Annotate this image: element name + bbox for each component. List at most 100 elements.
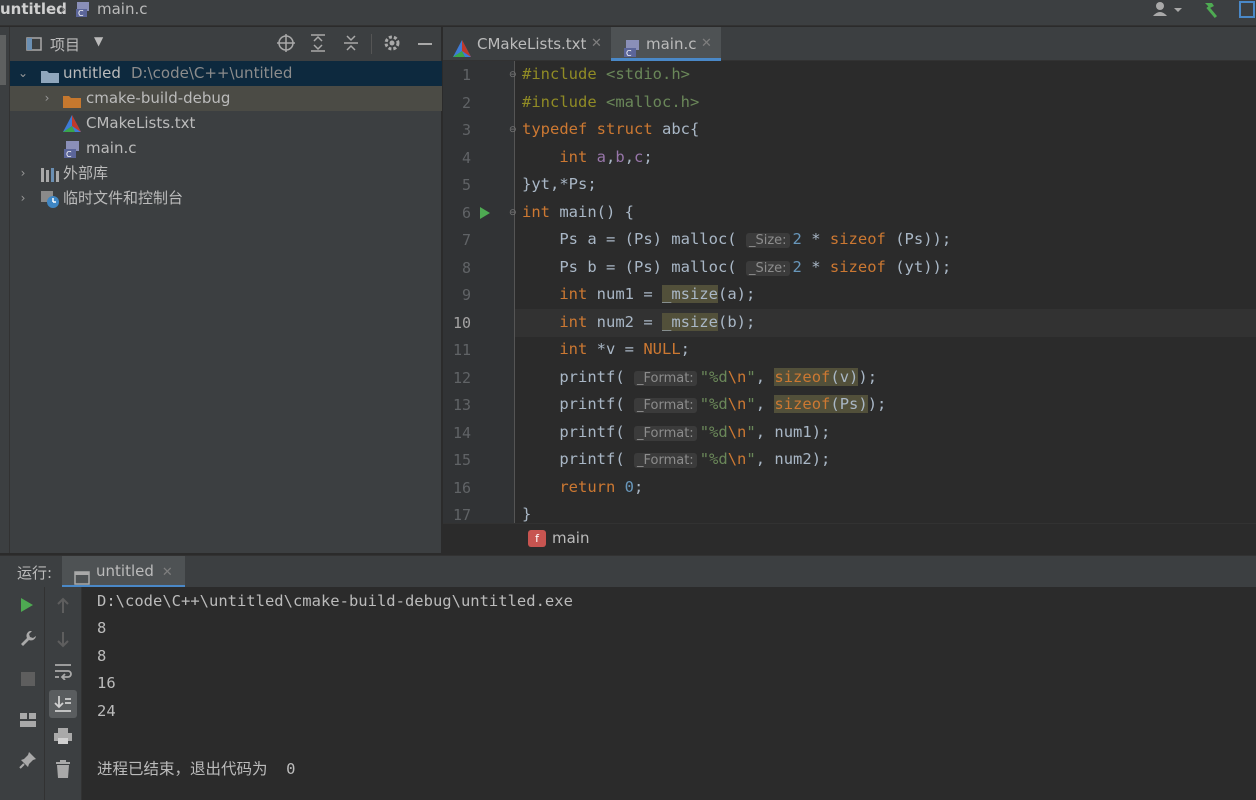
line-number: 8 [461, 259, 471, 277]
svg-text:C: C [78, 9, 84, 17]
svg-text:C: C [626, 49, 632, 57]
code-line: }yt,*Ps; [522, 175, 597, 193]
console-line: 8 [97, 647, 107, 665]
run-gutter-icon[interactable] [479, 206, 491, 220]
line-number: 9 [461, 286, 471, 304]
fold-icon[interactable]: ⊖ [509, 70, 517, 80]
line-number: 6 [461, 204, 471, 222]
tree-item-external-libraries[interactable]: › 外部库 [10, 161, 442, 186]
chevron-right-icon[interactable]: › [16, 186, 30, 211]
tree-item-label: 外部库 [63, 164, 109, 182]
tree-item-label: 临时文件和控制台 [63, 189, 184, 207]
locate-icon[interactable] [276, 33, 296, 53]
close-icon[interactable]: ✕ [591, 27, 602, 61]
c-file-icon: C [75, 1, 91, 18]
wrench-icon[interactable] [19, 629, 37, 647]
tree-item-scratches[interactable]: › 临时文件和控制台 [10, 186, 442, 211]
tree-item-untitled[interactable]: ⌄ untitled D:\code\C++\untitled [10, 61, 442, 86]
code-editor[interactable]: 1 2 3 4 5 6 7 8 9 10 11 12 13 14 15 16 1… [443, 61, 1256, 523]
param-hint: _Size: [745, 233, 790, 248]
svg-text:C: C [66, 150, 72, 158]
layout-icon[interactable] [19, 712, 37, 728]
fold-icon[interactable]: ⊖ [509, 125, 517, 135]
tab-label: main.c [646, 35, 697, 53]
nav-project[interactable]: untitled [0, 0, 67, 22]
code-line: int a,b,c; [559, 147, 653, 166]
c-file-icon: C [623, 35, 641, 58]
console-line: 8 [97, 619, 107, 637]
line-number: 5 [461, 176, 471, 194]
line-number: 17 [452, 506, 471, 523]
tab-cmakelists[interactable]: CMakeLists.txt ✕ [443, 27, 611, 61]
console-line: 24 [97, 702, 116, 720]
scratch-icon [40, 190, 60, 208]
code-line: int *v = NULL; [559, 340, 690, 358]
editor-breadcrumb: f main [443, 523, 1256, 553]
collapse-all-icon[interactable] [341, 33, 361, 53]
tree-item-cmake-build-debug[interactable]: › cmake-build-debug [10, 86, 442, 111]
run-panel-header: 运行: untitled ✕ [0, 555, 1256, 588]
code-line: printf( _Format: "%d\n", num2); [522, 450, 831, 468]
code-line: int main() { [522, 202, 634, 221]
user-icon[interactable] [1150, 0, 1184, 22]
navigation-bar: untitled › C main.c [0, 0, 1256, 26]
trash-icon[interactable] [54, 759, 72, 779]
line-number: 16 [452, 479, 471, 497]
code-line: typedef struct abc{ [522, 120, 700, 138]
nav-file[interactable]: main.c [97, 0, 148, 22]
chevron-right-icon: › [60, 0, 66, 18]
run-tab-untitled[interactable]: untitled ✕ [62, 556, 185, 588]
project-tool-window-button[interactable] [0, 35, 6, 85]
console-line: D:\code\C++\untitled\cmake-build-debug\u… [97, 592, 573, 610]
line-number: 10 [452, 314, 471, 332]
breadcrumb-function[interactable]: main [552, 529, 589, 547]
chevron-right-icon[interactable]: › [40, 86, 54, 111]
code-line: } [522, 505, 532, 523]
stop-icon[interactable] [21, 672, 35, 686]
run-config-icon[interactable] [1236, 0, 1256, 20]
code-line: int num1 = _msize(a); [559, 285, 756, 303]
chevron-down-icon[interactable]: ▼ [94, 34, 103, 48]
print-icon[interactable] [53, 727, 73, 745]
line-number: 7 [461, 231, 471, 249]
fold-icon[interactable]: ⊖ [509, 208, 517, 218]
tab-main-c[interactable]: C main.c ✕ [611, 27, 721, 61]
pin-icon[interactable] [19, 751, 37, 769]
arrow-down-icon[interactable] [55, 630, 71, 648]
arrow-up-icon[interactable] [55, 597, 71, 615]
run-label: 运行: [17, 564, 53, 582]
project-panel-title[interactable]: 项目 [50, 34, 80, 55]
param-hint: _Format: [633, 453, 697, 468]
line-number: 13 [452, 396, 471, 414]
tree-item-cmakelists[interactable]: CMakeLists.txt [10, 111, 442, 136]
line-number: 3 [461, 121, 471, 139]
code-line: Ps b = (Ps) malloc( _Size: 2 * sizeof (yt… [522, 257, 952, 276]
chevron-down-icon[interactable]: ⌄ [16, 61, 30, 86]
line-number: 14 [452, 424, 471, 442]
rerun-icon[interactable] [19, 597, 35, 613]
soft-wrap-icon[interactable] [53, 662, 73, 681]
chevron-right-icon[interactable]: › [16, 161, 30, 186]
run-tab-label: untitled [96, 562, 154, 580]
code-line: printf( _Format: "%d\n", sizeof(Ps)); [522, 395, 887, 413]
console-output[interactable]: D:\code\C++\untitled\cmake-build-debug\u… [82, 587, 1256, 800]
tree-item-path: D:\code\C++\untitled [131, 64, 293, 82]
run-toolbar [0, 587, 82, 800]
tree-item-label: CMakeLists.txt [86, 114, 196, 132]
code-line: int num2 = _msize(b); [559, 312, 756, 331]
param-hint: _Format: [633, 425, 697, 441]
code-line: return 0; [559, 477, 644, 496]
tree-item-main-c[interactable]: C main.c [10, 136, 442, 161]
minimize-icon[interactable] [415, 33, 435, 53]
expand-all-icon[interactable] [308, 33, 328, 53]
code-line: #include <malloc.h> [522, 92, 700, 111]
left-tool-strip [0, 27, 10, 553]
close-icon[interactable]: ✕ [162, 565, 173, 580]
param-hint: _Format: [633, 370, 697, 386]
tree-item-label: untitled [63, 64, 121, 82]
scroll-to-end-button[interactable] [49, 690, 77, 718]
line-number: 1 [461, 66, 471, 84]
build-hammer-icon[interactable] [1202, 0, 1222, 20]
close-icon[interactable]: ✕ [701, 27, 712, 61]
gear-icon[interactable] [382, 33, 402, 53]
